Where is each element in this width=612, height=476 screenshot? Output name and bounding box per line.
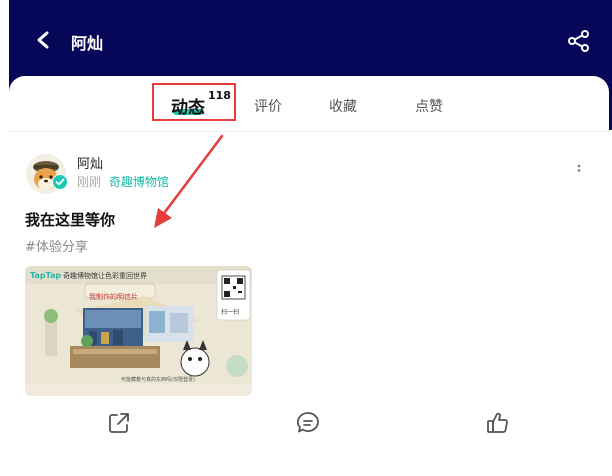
tab-likes[interactable]: 点赞 bbox=[415, 96, 443, 116]
image-brand-text: TapTap bbox=[30, 271, 62, 280]
author-name[interactable]: 阿灿 bbox=[77, 153, 103, 172]
image-banner-text: 奇趣博物馆让色彩重回世界 bbox=[63, 272, 147, 280]
tabs-divider bbox=[9, 131, 609, 132]
share-arrow-icon bbox=[109, 413, 129, 433]
like-button[interactable] bbox=[485, 410, 511, 436]
post-tag[interactable]: #体验分享 bbox=[25, 236, 88, 255]
tab-reviews[interactable]: 评价 bbox=[254, 96, 282, 116]
post-action-bar bbox=[9, 410, 609, 444]
page-title: 阿灿 bbox=[71, 34, 104, 53]
post-title: 我在这里等你 bbox=[25, 211, 116, 229]
thumbs-up-icon bbox=[487, 412, 508, 433]
more-vertical-icon bbox=[577, 164, 581, 172]
post-meta: 刚刚 奇趣博物馆 bbox=[77, 173, 169, 190]
share-icon bbox=[568, 30, 589, 52]
check-icon bbox=[52, 174, 68, 190]
content-card: 动态 118 评价 收藏 点赞 阿灿 刚刚 奇趣博物馆 我在这里等你 #体验分享… bbox=[9, 76, 609, 476]
tab-bar: 动态 118 评价 收藏 点赞 bbox=[9, 76, 609, 132]
repost-button[interactable] bbox=[106, 410, 132, 436]
post-source-link[interactable]: 奇趣博物馆 bbox=[109, 175, 169, 189]
tab-activity-label: 动态 bbox=[171, 98, 205, 118]
share-button[interactable] bbox=[565, 27, 593, 55]
image-caption-text: 可能藏着与真的东西吗(仅限登录) bbox=[121, 377, 195, 383]
post-time: 刚刚 bbox=[77, 175, 102, 189]
back-button[interactable] bbox=[29, 25, 59, 55]
verified-badge bbox=[52, 174, 68, 190]
more-options-button[interactable] bbox=[571, 160, 587, 180]
comment-button[interactable] bbox=[295, 410, 321, 436]
comment-icon bbox=[297, 412, 319, 433]
image-qr-label: 扫一扫 bbox=[221, 309, 240, 316]
post-image[interactable]: TapTap 奇趣博物馆让色彩重回世界 我制作的明信片 扫一扫 可能藏着与真的东… bbox=[25, 266, 252, 396]
image-subtitle-text: 我制作的明信片 bbox=[89, 293, 138, 301]
chevron-left-icon bbox=[37, 31, 49, 49]
tab-favorites[interactable]: 收藏 bbox=[329, 96, 357, 116]
